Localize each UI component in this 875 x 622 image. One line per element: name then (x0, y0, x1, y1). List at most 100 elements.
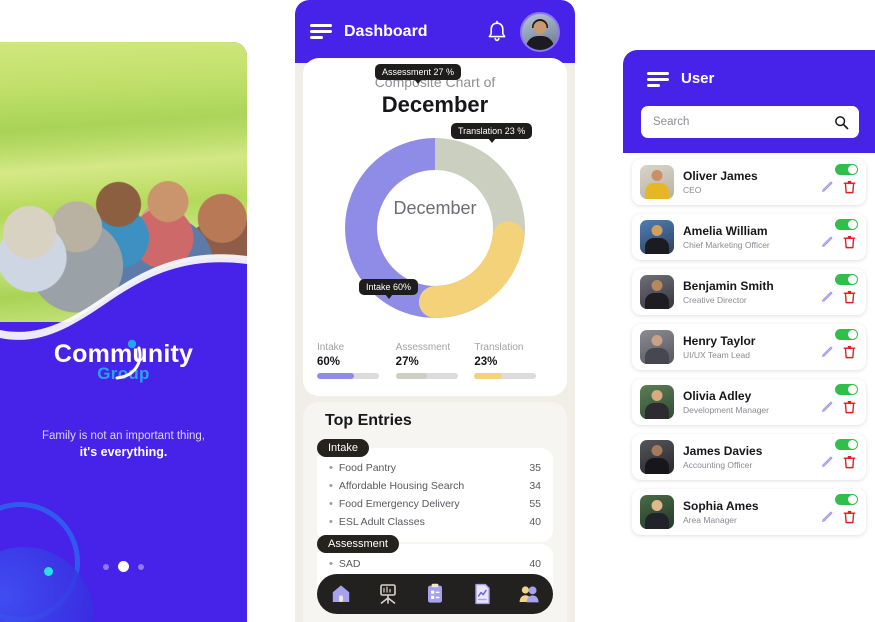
easel-icon[interactable] (376, 582, 400, 606)
legend-progress-track (395, 373, 458, 379)
search-bar[interactable] (641, 106, 859, 138)
toggle-switch[interactable] (835, 274, 858, 285)
list-item[interactable]: • SAD 40 (329, 558, 541, 570)
trash-icon[interactable] (843, 454, 856, 469)
table-row[interactable]: James Davies Accounting Officer (632, 434, 866, 480)
table-row[interactable]: Sophia Ames Area Manager (632, 489, 866, 535)
carousel-dot-2-active[interactable] (118, 561, 129, 572)
avatar-head (651, 390, 663, 402)
tooltip-intake: Intake 60% (359, 279, 419, 299)
legend-progress-track (474, 373, 537, 379)
carousel-dot-1[interactable] (103, 563, 109, 570)
tagline: Family is not an important thing, it's e… (0, 428, 247, 461)
search-icon[interactable] (834, 115, 849, 130)
user-role: Creative Director (683, 294, 747, 305)
user-list: Oliver James CEO Amelia William Chief Ma… (623, 153, 875, 572)
avatar (640, 385, 674, 419)
user-name: Sophia Ames (683, 498, 759, 513)
user-role: UI/UX Team Lead (683, 349, 750, 360)
table-row[interactable]: Olivia Adley Development Manager (632, 379, 866, 425)
trash-icon[interactable] (843, 234, 856, 249)
entry-value: 40 (529, 558, 541, 570)
avatar (640, 440, 674, 474)
pencil-icon[interactable] (821, 455, 834, 468)
trash-icon[interactable] (843, 344, 856, 359)
trash-icon[interactable] (843, 289, 856, 304)
search-input[interactable] (651, 115, 834, 129)
carousel-dots[interactable] (0, 561, 247, 572)
hamburger-icon[interactable] (647, 72, 669, 87)
people-icon[interactable] (517, 582, 541, 606)
home-icon[interactable] (329, 582, 353, 606)
user-name: Olivia Adley (683, 388, 752, 403)
table-row[interactable]: Oliver James CEO (632, 159, 866, 205)
swoosh-icon (115, 339, 142, 380)
user-info: Henry Taylor UI/UX Team Lead (674, 334, 812, 361)
chart-legend: Intake 60% Assessment 27% Translation 23… (317, 342, 553, 379)
avatar (640, 275, 674, 309)
pencil-icon[interactable] (821, 235, 834, 248)
avatar-head (651, 280, 663, 292)
dashboard-panel: Dashboard Composite Chart of December De… (295, 0, 575, 622)
user-role: Area Manager (683, 514, 737, 525)
hamburger-icon[interactable] (310, 24, 332, 39)
pencil-icon[interactable] (821, 400, 834, 413)
avatar (640, 165, 674, 199)
chart-month-title: December (381, 92, 489, 117)
pencil-icon[interactable] (821, 510, 834, 523)
table-row[interactable]: Henry Taylor UI/UX Team Lead (632, 324, 866, 370)
avatar-body (645, 403, 669, 419)
user-panel: User Oliver James CEO (623, 50, 875, 572)
avatar-head (651, 500, 663, 512)
trash-icon[interactable] (843, 399, 856, 414)
entry-name: Affordable Housing Search (338, 480, 465, 492)
community-group-panel: Community Group Family is not an importa… (0, 42, 247, 622)
pencil-icon[interactable] (821, 180, 834, 193)
avatar-body (526, 35, 554, 50)
pencil-icon[interactable] (821, 290, 834, 303)
brand-lockup: Community Group (0, 339, 247, 384)
pencil-icon[interactable] (821, 345, 834, 358)
trash-icon[interactable] (843, 179, 856, 194)
toggle-switch[interactable] (835, 384, 858, 395)
clipboard-icon[interactable] (423, 582, 447, 606)
entry-name: Food Pantry (338, 462, 397, 474)
list-item[interactable]: • Food Pantry 35 (329, 462, 541, 474)
toggle-switch[interactable] (835, 439, 858, 450)
legend-label: Translation (474, 342, 524, 353)
list-item[interactable]: • Affordable Housing Search 34 (329, 480, 541, 492)
avatar-head (651, 225, 663, 237)
user-name: Benjamin Smith (683, 278, 774, 293)
avatar-body (645, 238, 669, 254)
avatar (640, 330, 674, 364)
trash-icon[interactable] (843, 509, 856, 524)
row-actions (812, 493, 858, 531)
bullet-icon: • (329, 497, 333, 510)
report-document-icon[interactable] (470, 582, 494, 606)
table-row[interactable]: Benjamin Smith Creative Director (632, 269, 866, 315)
table-row[interactable]: Amelia William Chief Marketing Officer (632, 214, 866, 260)
row-actions (812, 328, 858, 366)
bullet-icon: • (329, 515, 333, 528)
toggle-switch[interactable] (835, 164, 858, 175)
entry-value: 40 (529, 516, 541, 528)
user-panel-title: User (681, 70, 715, 87)
list-item[interactable]: • ESL Adult Classes 40 (329, 516, 541, 528)
user-panel-header: User (623, 50, 875, 153)
toggle-switch[interactable] (835, 219, 858, 230)
list-item[interactable]: • Food Emergency Delivery 55 (329, 498, 541, 510)
user-role: Development Manager (683, 404, 769, 415)
carousel-dot-3[interactable] (138, 563, 144, 570)
avatar-body (645, 293, 669, 309)
avatar[interactable] (520, 11, 560, 52)
avatar (640, 220, 674, 254)
toggle-switch[interactable] (835, 329, 858, 340)
legend-progress-track (317, 373, 379, 379)
dashboard-header: Dashboard (295, 0, 575, 63)
legend-label: Intake (317, 342, 345, 353)
user-role: Chief Marketing Officer (683, 239, 770, 250)
bell-icon[interactable] (486, 20, 508, 44)
toggle-switch[interactable] (835, 494, 858, 505)
entry-value: 35 (529, 462, 541, 474)
avatar-head (651, 170, 663, 182)
